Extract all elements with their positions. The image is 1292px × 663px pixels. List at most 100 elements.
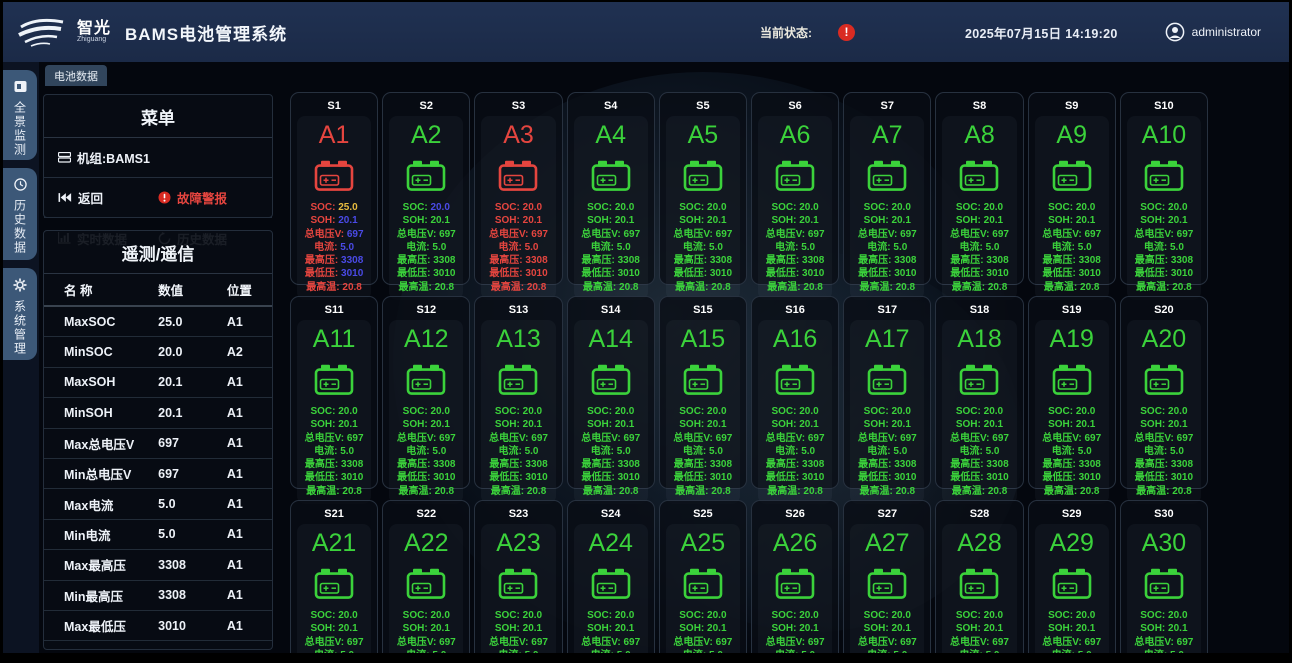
string-label: S8: [973, 93, 986, 116]
column-header-value[interactable]: 数值: [144, 280, 213, 299]
battery-card-a22[interactable]: S22A22 SOC: 20.0SOH: 20.1总电压V: 697电流: 5.…: [382, 500, 470, 663]
battery-card-a25[interactable]: S25A25 SOC: 20.0SOH: 20.1总电压V: 697电流: 5.…: [659, 500, 747, 663]
stat-line: 电流: 5.0: [591, 649, 631, 662]
stat-value: 3308: [986, 459, 1008, 470]
battery-icon: [683, 160, 723, 191]
table-row[interactable]: Min最高压3308A1: [44, 581, 272, 611]
battery-card-a24[interactable]: S24A24 SOC: 20.0SOH: 20.1总电压V: 697电流: 5.…: [567, 500, 655, 663]
stat-line: SOH: 20.1: [864, 622, 911, 635]
table-row[interactable]: MinSOC20.0A2: [44, 337, 272, 367]
table-row[interactable]: Min最低压3010A1: [44, 641, 272, 650]
battery-card-a27[interactable]: S27A27 SOC: 20.0SOH: 20.1总电压V: 697电流: 5.…: [843, 500, 931, 663]
battery-card-a13[interactable]: S13A13 SOC: 20.0SOH: 20.1总电压V: 697电流: 5.…: [474, 296, 562, 489]
battery-icon: [406, 160, 446, 191]
stat-line: 最低压: 3010: [489, 471, 547, 484]
stat-label: 最高温:: [1136, 486, 1172, 497]
battery-card-a20[interactable]: S20A20 SOC: 20.0SOH: 20.1总电压V: 697电流: 5.…: [1120, 296, 1208, 489]
battery-card-a26[interactable]: S26A26 SOC: 20.0SOH: 20.1总电压V: 697电流: 5.…: [751, 500, 839, 663]
stat-line: SOC: 20.0: [1140, 201, 1187, 214]
table-row[interactable]: Max电流5.0A1: [44, 489, 272, 519]
stat-value: 20.1: [891, 215, 910, 226]
stat-line: 最低压: 3010: [1043, 471, 1101, 484]
column-header-name[interactable]: 名 称: [50, 280, 144, 299]
stat-label: SOC:: [495, 406, 523, 417]
tab-battery-data[interactable]: 电池数据: [45, 65, 107, 86]
user-menu[interactable]: administrator: [1165, 2, 1261, 62]
table-row[interactable]: Min总电压V697A1: [44, 459, 272, 489]
battery-card-a2[interactable]: S2A2 SOC: 20.0SOH: 20.1总电压V: 697电流: 5.0最…: [382, 92, 470, 285]
table-row[interactable]: Max总电压V697A1: [44, 429, 272, 459]
battery-card-a19[interactable]: S19A19 SOC: 20.0SOH: 20.1总电压V: 697电流: 5.…: [1028, 296, 1116, 489]
table-row[interactable]: MinSOH20.1A1: [44, 398, 272, 428]
stat-value: 3308: [618, 255, 640, 266]
string-label: S30: [1154, 501, 1174, 524]
sidebar-tab-panorama[interactable]: 全景监测: [3, 70, 37, 160]
battery-card-a10[interactable]: S10A10 SOC: 20.0SOH: 20.1总电压V: 697电流: 5.…: [1120, 92, 1208, 285]
battery-card-a4[interactable]: S4A4 SOC: 20.0SOH: 20.1总电压V: 697电流: 5.0最…: [567, 92, 655, 285]
sidebar-tab-system[interactable]: 系统管理: [3, 268, 37, 360]
table-cell: 697: [144, 467, 213, 481]
stat-value: 5.0: [525, 242, 539, 253]
user-avatar-icon: [1165, 22, 1185, 42]
table-row[interactable]: Min电流5.0A1: [44, 520, 272, 550]
battery-card-a17[interactable]: S17A17 SOC: 20.0SOH: 20.1总电压V: 697电流: 5.…: [843, 296, 931, 489]
battery-card-a7[interactable]: S7A7 SOC: 20.0SOH: 20.1总电压V: 697电流: 5.0最…: [843, 92, 931, 285]
battery-card-a9[interactable]: S9A9 SOC: 20.0SOH: 20.1总电压V: 697电流: 5.0最…: [1028, 92, 1116, 285]
stat-value: 3308: [433, 255, 455, 266]
string-label: S18: [970, 297, 990, 320]
battery-card-a18[interactable]: S18A18 SOC: 20.0SOH: 20.1总电压V: 697电流: 5.…: [935, 296, 1023, 489]
stat-label: 总电压V:: [766, 229, 808, 240]
battery-card-a5[interactable]: S5A5 SOC: 20.0SOH: 20.1总电压V: 697电流: 5.0最…: [659, 92, 747, 285]
stat-line: 最高压: 3308: [858, 254, 916, 267]
status-label: 当前状态:: [760, 24, 812, 41]
stat-line: 总电压V: 697: [581, 228, 640, 241]
battery-card-a8[interactable]: S8A8 SOC: 20.0SOH: 20.1总电压V: 697电流: 5.0最…: [935, 92, 1023, 285]
stat-line: 最低压: 3010: [858, 471, 916, 484]
battery-card-a30[interactable]: S30A30 SOC: 20.0SOH: 20.1总电压V: 697电流: 5.…: [1120, 500, 1208, 663]
battery-card-a21[interactable]: S21A21 SOC: 20.0SOH: 20.1总电压V: 697电流: 5.…: [290, 500, 378, 663]
stat-value: 697: [900, 637, 917, 648]
battery-card-a6[interactable]: S6A6 SOC: 20.0SOH: 20.1总电压V: 697电流: 5.0最…: [751, 92, 839, 285]
back-button[interactable]: 返回: [58, 188, 158, 207]
stat-label: 最高温:: [583, 282, 619, 293]
table-row[interactable]: MaxSOH20.1A1: [44, 368, 272, 398]
unit-selector[interactable]: 机组:BAMS1: [58, 148, 150, 167]
user-name: administrator: [1192, 25, 1261, 39]
battery-card-a1[interactable]: S1A1 SOC: 25.0SOH: 20.1总电压V: 697电流: 5.0最…: [290, 92, 378, 285]
battery-card-a15[interactable]: S15A15 SOC: 20.0SOH: 20.1总电压V: 697电流: 5.…: [659, 296, 747, 489]
table-row[interactable]: Max最高压3308A1: [44, 550, 272, 580]
string-label: S28: [970, 501, 990, 524]
battery-card-a28[interactable]: S28A28 SOC: 20.0SOH: 20.1总电压V: 697电流: 5.…: [935, 500, 1023, 663]
sidebar-tab-history[interactable]: 历史数据: [3, 168, 37, 260]
table-row[interactable]: MaxSOC25.0A1: [44, 307, 272, 337]
stat-value: 697: [347, 637, 364, 648]
battery-card-a16[interactable]: S16A16 SOC: 20.0SOH: 20.1总电压V: 697电流: 5.…: [751, 296, 839, 489]
stat-value: 20.1: [1076, 215, 1095, 226]
stat-line: 总电压V: 697: [673, 432, 732, 445]
fault-alarm-button[interactable]: 故障警报: [158, 188, 258, 207]
table-cell: 3308: [144, 588, 213, 602]
stat-line: 最高温: 20.8: [952, 281, 1008, 294]
stat-value: 20.0: [338, 610, 357, 621]
battery-card-a29[interactable]: S29A29 SOC: 20.0SOH: 20.1总电压V: 697电流: 5.…: [1028, 500, 1116, 663]
stat-line: SOC: 20.0: [587, 609, 634, 622]
battery-card-a3[interactable]: S3A3 SOC: 20.0SOH: 20.1总电压V: 697电流: 5.0最…: [474, 92, 562, 285]
alert-status-icon[interactable]: !: [838, 24, 855, 41]
battery-card-a12[interactable]: S12A12 SOC: 20.0SOH: 20.1总电压V: 697电流: 5.…: [382, 296, 470, 489]
stat-line: 总电压V: 697: [1134, 228, 1193, 241]
column-header-location[interactable]: 位置: [213, 280, 266, 299]
battery-card-a14[interactable]: S14A14 SOC: 20.0SOH: 20.1总电压V: 697电流: 5.…: [567, 296, 655, 489]
stat-label: SOH:: [403, 623, 431, 634]
stat-value: 697: [716, 229, 733, 240]
stat-value: 20.1: [799, 215, 818, 226]
stat-line: 电流: 5.0: [775, 445, 815, 458]
stat-value: 20.0: [799, 610, 818, 621]
stat-label: SOC:: [310, 406, 338, 417]
stat-value: 3308: [1079, 459, 1101, 470]
stat-label: SOC:: [1140, 406, 1168, 417]
stat-label: SOH:: [495, 419, 523, 430]
battery-card-a11[interactable]: S11A11 SOC: 20.0SOH: 20.1总电压V: 697电流: 5.…: [290, 296, 378, 489]
stat-label: 总电压V:: [489, 229, 531, 240]
battery-card-a23[interactable]: S23A23 SOC: 20.0SOH: 20.1总电压V: 697电流: 5.…: [474, 500, 562, 663]
table-row[interactable]: Max最低压3010A1: [44, 611, 272, 641]
